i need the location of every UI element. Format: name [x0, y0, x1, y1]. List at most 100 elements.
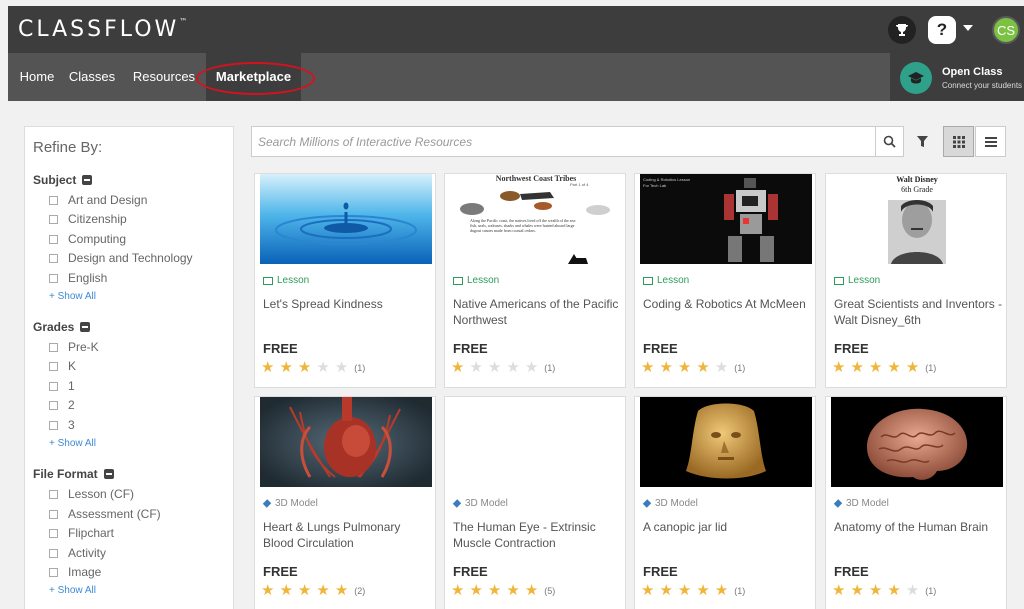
checkbox[interactable] [49, 361, 58, 371]
resource-type: 3D Model [262, 498, 318, 509]
resource-title[interactable]: A canopic jar lid [643, 519, 813, 535]
checkbox[interactable] [49, 214, 58, 224]
user-avatar[interactable]: CS [992, 16, 1020, 44]
show-all-subject-link[interactable]: + Show All [49, 291, 96, 302]
classflow-logo[interactable]: CLASSFLOW™ [18, 17, 187, 42]
facet-file-format[interactable]: File Format [33, 467, 114, 481]
resource-title[interactable]: Great Scientists and Inventors - Walt Di… [834, 296, 1004, 328]
checkbox[interactable] [49, 509, 58, 519]
star-icon: ★ [316, 582, 330, 599]
option-art-and-design[interactable]: Art and Design [49, 193, 147, 207]
option-pre-k[interactable]: Pre-K [49, 340, 99, 354]
walt-disney-thumbnail[interactable]: Walt Disney 6th Grade [831, 174, 1003, 264]
nav-classes[interactable]: Classes [68, 53, 116, 101]
option-citizenship[interactable]: Citizenship [49, 212, 127, 226]
facet-grades[interactable]: Grades [33, 320, 91, 334]
nav-resources[interactable]: Resources [128, 53, 200, 101]
checkbox[interactable] [49, 381, 58, 391]
option-assessment-cf[interactable]: Assessment (CF) [49, 507, 161, 521]
checkbox[interactable] [49, 400, 58, 410]
star-icon: ★ [316, 359, 330, 376]
resource-card[interactable]: Lesson Let's Spread Kindness FREE ★ ★ ★ ★ ★(… [254, 173, 436, 388]
refine-title: Refine By: [33, 139, 103, 156]
checkbox[interactable] [49, 273, 58, 283]
collapse-icon[interactable] [82, 175, 93, 185]
resource-title[interactable]: Let's Spread Kindness [263, 296, 433, 312]
star-icon: ★ [905, 582, 920, 599]
resource-price: FREE [263, 564, 298, 579]
resource-title[interactable]: Anatomy of the Human Brain [834, 519, 1004, 535]
option-k[interactable]: K [49, 359, 76, 373]
canopic-jar-thumbnail[interactable] [640, 397, 812, 487]
option-computing[interactable]: Computing [49, 232, 126, 246]
checkbox[interactable] [49, 420, 58, 430]
rating-count: (1) [734, 362, 746, 373]
star-icon: ★ [487, 359, 502, 376]
option-image[interactable]: Image [49, 565, 101, 579]
show-all-grades-link[interactable]: + Show All [49, 438, 96, 449]
option-lesson-cf[interactable]: Lesson (CF) [49, 487, 134, 501]
resource-card[interactable]: 3D Model Heart & Lungs Pulmonary Blood C… [254, 396, 436, 609]
rating-stars: ★ ★ ★ ★ ★ (1) [451, 360, 555, 375]
option-grade-3[interactable]: 3 [49, 418, 75, 432]
nav-home[interactable]: Home [14, 53, 60, 101]
show-all-file-format-link[interactable]: + Show All [49, 585, 96, 596]
option-grade-2[interactable]: 2 [49, 398, 75, 412]
water-drop-thumbnail[interactable] [260, 174, 432, 264]
checkbox[interactable] [49, 253, 58, 263]
option-english[interactable]: English [49, 271, 107, 285]
resource-card[interactable]: Walt Disney 6th Grade Lesson Great Scien… [825, 173, 1007, 388]
help-button[interactable]: ? [928, 16, 956, 44]
checkbox[interactable] [49, 342, 58, 352]
option-flipchart[interactable]: Flipchart [49, 526, 114, 540]
open-class-subtitle: Connect your students [942, 81, 1023, 90]
star-icon: ★ [334, 359, 349, 376]
resource-card[interactable]: 3D Model A canopic jar lid FREE ★ ★ ★ ★ ★ (1) [634, 396, 816, 609]
search-bar [251, 126, 876, 157]
trophy-icon[interactable] [888, 16, 916, 44]
human-brain-thumbnail[interactable] [831, 397, 1003, 487]
option-activity[interactable]: Activity [49, 546, 106, 560]
marketplace-highlight-circle [196, 62, 315, 95]
human-eye-thumbnail[interactable] [450, 397, 622, 487]
resource-title[interactable]: The Human Eye - Extrinsic Muscle Contrac… [453, 519, 623, 551]
grid-icon [952, 135, 965, 148]
star-icon: ★ [487, 582, 502, 599]
list-view-button[interactable] [975, 126, 1006, 157]
resource-title[interactable]: Heart & Lungs Pulmonary Blood Circulatio… [263, 519, 433, 551]
checkbox[interactable] [49, 548, 58, 558]
heart-lungs-thumbnail[interactable] [260, 397, 432, 487]
checkbox[interactable] [49, 567, 58, 577]
resource-title[interactable]: Coding & Robotics At McMeen [643, 296, 813, 312]
search-button[interactable] [876, 126, 904, 157]
checkbox[interactable] [49, 528, 58, 538]
checkbox[interactable] [49, 489, 58, 499]
resource-card[interactable]: Coding & Robotics Lesson For Tech Lab Le… [634, 173, 816, 388]
resource-price: FREE [453, 341, 488, 356]
star-icon: ★ [659, 582, 673, 599]
resource-card[interactable]: 3D Model Anatomy of the Human Brain FREE… [825, 396, 1007, 609]
star-icon: ★ [887, 359, 901, 376]
robot-thumbnail[interactable]: Coding & Robotics Lesson For Tech Lab [640, 174, 812, 264]
search-input[interactable] [258, 132, 858, 152]
facet-subject[interactable]: Subject [33, 173, 93, 187]
resource-title[interactable]: Native Americans of the Pacific Northwes… [453, 296, 623, 328]
rating-count: (5) [544, 585, 556, 596]
filter-button[interactable] [908, 126, 936, 157]
option-grade-1[interactable]: 1 [49, 379, 75, 393]
open-class-button[interactable]: Open Class Connect your students [890, 53, 1024, 101]
chevron-down-icon[interactable] [963, 25, 973, 31]
resource-card[interactable]: 3D Model The Human Eye - Extrinsic Muscl… [444, 396, 626, 609]
star-icon: ★ [887, 582, 901, 599]
collapse-icon[interactable] [103, 469, 114, 479]
star-icon: ★ [524, 359, 539, 376]
checkbox[interactable] [49, 234, 58, 244]
collapse-icon[interactable] [80, 322, 91, 332]
resource-type: 3D Model [642, 498, 698, 509]
option-design-and-technology[interactable]: Design and Technology [49, 251, 193, 265]
northwest-tribes-thumbnail[interactable]: Northwest Coast Tribes Part 1 of 4 Along… [450, 174, 622, 264]
checkbox[interactable] [49, 195, 58, 205]
resource-price: FREE [834, 564, 869, 579]
resource-card[interactable]: Northwest Coast Tribes Part 1 of 4 Along… [444, 173, 626, 388]
grid-view-button[interactable] [943, 126, 974, 157]
